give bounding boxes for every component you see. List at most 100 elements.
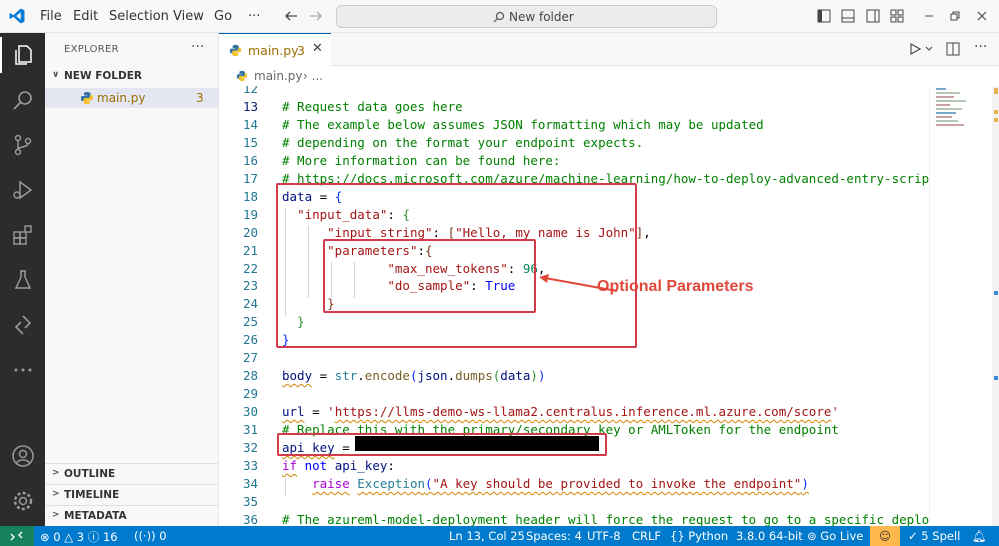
python-file-icon [229, 44, 242, 57]
code-token: ) [801, 475, 809, 491]
menu-edit[interactable]: Edit [73, 9, 98, 24]
minimize-icon[interactable] [922, 9, 936, 23]
editor-more-actions[interactable]: ··· [974, 39, 987, 55]
code-line[interactable]: 36 # The azureml-model-deployment header … [219, 512, 929, 526]
line-number: 16 [242, 152, 258, 168]
copilot-icon[interactable]: ☺ [870, 526, 900, 546]
notifications-bell-icon[interactable]: 🔔︎ [972, 529, 987, 543]
title-bar: File Edit Selection View Go ··· New fold… [0, 0, 999, 33]
code-token: "A key should be provided to invoke the … [432, 475, 802, 491]
chevron-down-icon[interactable] [925, 45, 933, 53]
menu-selection[interactable]: Selection [109, 9, 169, 24]
braces-icon: {} [670, 529, 685, 543]
menu-go[interactable]: Go [214, 9, 232, 24]
source-control-icon[interactable] [11, 133, 35, 157]
python-interpreter[interactable]: 3.8.0 64-bit [736, 529, 803, 543]
menu-more[interactable]: ··· [248, 9, 260, 24]
timeline-section[interactable]: > TIMELINE [45, 486, 219, 506]
remote-indicator[interactable] [0, 526, 34, 546]
info-icon: ⓘ [87, 530, 100, 544]
code-token: raise [312, 475, 350, 491]
code-token: body [282, 368, 313, 384]
code-line[interactable]: 12 [219, 86, 929, 99]
ports-indicator[interactable]: ((·)) 0 [134, 529, 167, 543]
extensions-icon[interactable] [11, 223, 35, 247]
explorer-icon[interactable] [11, 43, 35, 67]
line-code: # Request data goes here [282, 99, 463, 114]
customize-layout-icon[interactable] [890, 9, 904, 23]
cursor-position[interactable]: Ln 13, Col 25 [449, 529, 525, 543]
code-line[interactable]: 27 [219, 350, 929, 368]
code-line[interactable]: 16 # More information can be found here: [219, 153, 929, 171]
code-token: if [282, 457, 298, 473]
code-line[interactable]: 15 # depending on the format your endpoin… [219, 135, 929, 153]
timeline-label: TIMELINE [64, 489, 120, 501]
tab-main-py[interactable]: main.py 3 ✕ [219, 33, 331, 66]
close-window-icon[interactable] [975, 9, 989, 23]
code-token: dumps [455, 368, 493, 384]
run-debug-icon[interactable] [11, 178, 35, 202]
explorer-sidebar: EXPLORER ··· ∨ NEW FOLDER main.py 3 > OU… [45, 33, 219, 526]
code-line[interactable]: 35 [219, 494, 929, 512]
code-line[interactable]: 13 # Request data goes here [219, 99, 929, 117]
code-token: = [312, 368, 335, 384]
restore-icon[interactable] [948, 9, 962, 23]
code-line[interactable]: 14 # The example below assumes JSON forma… [219, 117, 929, 135]
toggle-sidebar-icon[interactable] [817, 9, 831, 23]
run-icon[interactable] [909, 43, 921, 55]
close-icon[interactable]: ✕ [312, 41, 323, 56]
go-live-button[interactable]: ⊚ Go Live [807, 529, 863, 543]
search-icon[interactable] [11, 88, 35, 112]
problems-indicator[interactable]: ⊗ 0 △ 3 ⓘ 16 [40, 529, 118, 545]
breadcrumb-file[interactable]: main.py [254, 69, 303, 83]
line-number: 18 [242, 188, 258, 204]
breadcrumb-more[interactable]: › ... [303, 69, 323, 83]
redacted-api-key [355, 436, 599, 451]
chevron-right-icon: > [52, 489, 60, 499]
code-line[interactable]: 33 if not api_key: [219, 458, 929, 476]
code-token: not [304, 457, 328, 473]
code-token: Exception [357, 475, 426, 491]
menu-view[interactable]: View [173, 9, 204, 24]
python-file-icon [236, 70, 248, 82]
split-editor-icon[interactable] [946, 42, 960, 56]
file-item-main-py[interactable]: main.py 3 [45, 88, 219, 108]
spell-checker[interactable]: ✓ 5 Spell [908, 529, 960, 543]
python-file-icon [81, 92, 93, 104]
end-of-line[interactable]: CRLF [632, 529, 661, 543]
language-mode[interactable]: {} Python [670, 529, 728, 543]
outline-section[interactable]: > OUTLINE [45, 465, 219, 485]
encoding[interactable]: UTF-8 [587, 529, 621, 543]
arrow-right-icon[interactable] [309, 9, 323, 23]
toggle-secondary-sidebar-icon[interactable] [866, 9, 880, 23]
code-editor[interactable]: 12 13 # Request data goes here 14 # The exam… [219, 86, 929, 526]
line-number: 32 [242, 440, 258, 455]
minimap[interactable] [929, 86, 999, 526]
code-token: , [643, 224, 651, 240]
code-token: . [447, 368, 456, 384]
live-share-icon[interactable] [11, 313, 35, 337]
toggle-panel-icon[interactable] [841, 9, 855, 23]
code-line[interactable]: 28 body = str.encode(json.dumps(data)) [219, 368, 929, 386]
code-line[interactable]: 34 raise Exception("A key should be prov… [219, 476, 929, 494]
account-icon[interactable] [11, 444, 35, 468]
breadcrumb: main.py › ... [219, 66, 929, 86]
arrow-left-icon[interactable] [284, 9, 298, 23]
code-line[interactable]: 29 [219, 386, 929, 404]
menu-file[interactable]: File [40, 9, 62, 24]
scrollbar[interactable] [992, 86, 999, 526]
code-line[interactable]: 30 url = 'https://llms-demo-ws-llama2.cen… [219, 404, 929, 422]
testing-flask-icon[interactable] [11, 268, 35, 292]
indentation[interactable]: Spaces: 4 [526, 529, 582, 543]
activity-bar [0, 33, 45, 526]
info-count: 16 [102, 530, 118, 544]
folder-header[interactable]: ∨ NEW FOLDER [45, 67, 219, 87]
chevron-down-icon: ∨ [52, 70, 60, 80]
explorer-title: EXPLORER [64, 44, 119, 55]
metadata-section[interactable]: > METADATA [45, 507, 219, 527]
more-views-icon[interactable] [11, 358, 35, 382]
settings-gear-icon[interactable] [11, 489, 35, 513]
command-center-search[interactable]: New folder [336, 5, 717, 28]
explorer-more-actions[interactable]: ··· [191, 39, 204, 55]
